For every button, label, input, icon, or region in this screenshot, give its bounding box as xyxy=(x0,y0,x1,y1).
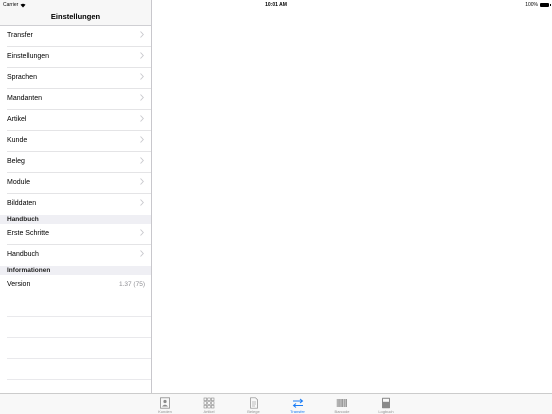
barcode-icon xyxy=(336,396,348,408)
settings-list: Transfer Einstellungen Sprachen Mandanten Ar… xyxy=(0,26,151,296)
chevron-right-icon xyxy=(140,115,144,124)
section-header-handbuch: Handbuch xyxy=(0,215,151,224)
settings-item-kunde[interactable]: Kunde xyxy=(0,131,151,152)
transfer-icon xyxy=(292,396,304,408)
settings-item-einstellungen[interactable]: Einstellungen xyxy=(0,47,151,68)
chevron-right-icon xyxy=(140,157,144,166)
section-header-label: Handbuch xyxy=(7,215,39,223)
chevron-right-icon xyxy=(140,31,144,40)
settings-item-module[interactable]: Module xyxy=(0,173,151,194)
logbook-icon xyxy=(380,396,392,409)
chevron-right-icon xyxy=(140,52,144,61)
tab-transfer[interactable]: Transfer xyxy=(283,395,313,414)
settings-item-erste-schritte[interactable]: Erste Schritte xyxy=(0,224,151,245)
tab-label: Kunden xyxy=(158,409,172,414)
chevron-right-icon xyxy=(140,199,144,208)
tab-kunden[interactable]: Kunden xyxy=(150,395,180,414)
settings-item-value: 1.37 (75) xyxy=(118,281,145,288)
tab-belege[interactable]: Belege xyxy=(239,395,269,414)
settings-item-label: Bilddaten xyxy=(7,200,37,207)
settings-item-label: Einstellungen xyxy=(7,53,50,60)
chevron-right-icon xyxy=(140,94,144,103)
status-bar: Carrier 10:01 AM 100% xyxy=(0,0,552,10)
document-icon xyxy=(248,396,260,409)
settings-item-bilddaten[interactable]: Bilddaten xyxy=(0,194,151,215)
chevron-right-icon xyxy=(140,229,144,238)
settings-item-label: Mandanten xyxy=(7,95,43,102)
battery-percentage: 100% xyxy=(525,2,538,8)
tab-label: Transfer xyxy=(290,409,305,414)
divider xyxy=(7,379,151,380)
divider xyxy=(7,316,151,317)
section-header-informationen: Informationen xyxy=(0,266,151,275)
empty-list-area xyxy=(0,296,151,393)
tab-artikel[interactable]: Artikel xyxy=(194,395,224,414)
settings-item-transfer[interactable]: Transfer xyxy=(0,26,151,47)
settings-panel: Einstellungen Transfer Einstellungen Sprac… xyxy=(0,0,152,393)
tab-label: Logbuch xyxy=(378,409,394,414)
settings-item-handbuch[interactable]: Handbuch xyxy=(0,245,151,266)
contacts-icon xyxy=(159,396,171,409)
divider xyxy=(7,337,151,338)
tab-bar: Kunden Artikel Belege Transfer Barcode Logbuc… xyxy=(0,393,552,414)
settings-item-label: Module xyxy=(7,179,30,186)
tab-label: Barcode xyxy=(334,409,350,414)
settings-item-sprachen[interactable]: Sprachen xyxy=(0,68,151,89)
battery-icon xyxy=(540,3,551,7)
chevron-right-icon xyxy=(140,178,144,187)
clock: 10:01 AM xyxy=(265,2,287,8)
settings-item-label: Beleg xyxy=(7,158,25,165)
settings-item-label: Artikel xyxy=(7,116,27,123)
divider xyxy=(7,358,151,359)
grid-icon xyxy=(203,396,215,409)
chevron-right-icon xyxy=(140,136,144,145)
tab-label: Belege xyxy=(247,409,260,414)
tab-logbuch[interactable]: Logbuch xyxy=(371,395,401,414)
chevron-right-icon xyxy=(140,73,144,82)
settings-item-label: Kunde xyxy=(7,137,28,144)
settings-item-mandanten[interactable]: Mandanten xyxy=(0,89,151,110)
settings-item-label: Erste Schritte xyxy=(7,230,50,237)
tab-barcode[interactable]: Barcode xyxy=(327,395,357,414)
tab-label: Artikel xyxy=(203,409,215,414)
settings-item-version: Version 1.37 (75) xyxy=(0,275,151,296)
page-title: Einstellungen xyxy=(50,12,101,21)
chevron-right-icon xyxy=(140,250,144,259)
settings-item-label: Sprachen xyxy=(7,74,37,81)
settings-item-label: Handbuch xyxy=(7,251,39,258)
settings-item-artikel[interactable]: Artikel xyxy=(0,110,151,131)
section-header-label: Informationen xyxy=(7,266,51,274)
settings-item-label: Transfer xyxy=(7,32,33,39)
battery-indicator: 100% xyxy=(525,2,551,8)
settings-item-label: Version xyxy=(7,281,31,288)
settings-item-beleg[interactable]: Beleg xyxy=(0,152,151,173)
